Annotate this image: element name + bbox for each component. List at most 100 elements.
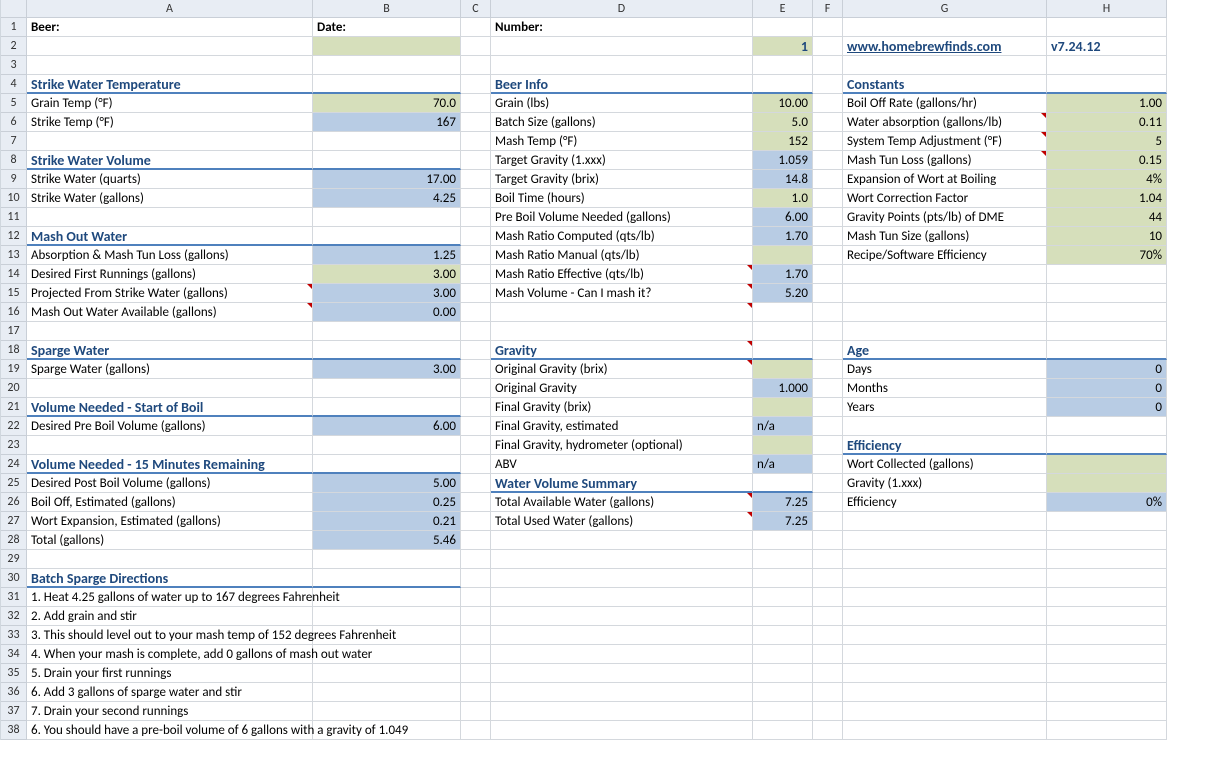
- cell-D26[interactable]: Total Available Water (gallons): [491, 493, 753, 512]
- cell-D27[interactable]: Total Used Water (gallons): [491, 512, 753, 531]
- cell-A37[interactable]: 7. Drain your second runnings: [27, 702, 313, 721]
- cell-D21[interactable]: Final Gravity (brix): [491, 398, 753, 417]
- cell-H1[interactable]: [1047, 18, 1167, 37]
- cell-A24[interactable]: Volume Needed - 15 Minutes Remaining: [27, 455, 313, 474]
- cell-B24[interactable]: [313, 455, 461, 474]
- cell-B3[interactable]: [313, 56, 461, 75]
- cell-D23[interactable]: Final Gravity, hydrometer (optional): [491, 436, 753, 455]
- cell-A16[interactable]: Mash Out Water Available (gallons): [27, 303, 313, 322]
- cell-A20[interactable]: [27, 379, 313, 398]
- cell-C21[interactable]: [461, 398, 491, 417]
- cell-D25[interactable]: Water Volume Summary: [491, 474, 753, 493]
- cell-H28[interactable]: [1047, 531, 1167, 550]
- cell-G37[interactable]: [843, 702, 1047, 721]
- cell-H17[interactable]: [1047, 322, 1167, 341]
- cell-B19[interactable]: 3.00: [313, 360, 461, 379]
- row-header-1[interactable]: 1: [1, 18, 27, 37]
- cell-E11[interactable]: 6.00: [753, 208, 813, 227]
- cell-A17[interactable]: [27, 322, 313, 341]
- cell-G25[interactable]: Gravity (1.xxx): [843, 474, 1047, 493]
- row-header-26[interactable]: 26: [1, 493, 27, 512]
- cell-G17[interactable]: [843, 322, 1047, 341]
- cell-B7[interactable]: [313, 132, 461, 151]
- cell-G34[interactable]: [843, 645, 1047, 664]
- cell-H5[interactable]: 1.00: [1047, 94, 1167, 113]
- cell-G16[interactable]: [843, 303, 1047, 322]
- cell-G22[interactable]: [843, 417, 1047, 436]
- cell-H6[interactable]: 0.11: [1047, 113, 1167, 132]
- row-header-36[interactable]: 36: [1, 683, 27, 702]
- cell-G35[interactable]: [843, 664, 1047, 683]
- cell-C36[interactable]: [461, 683, 491, 702]
- cell-A26[interactable]: Boil Off, Estimated (gallons): [27, 493, 313, 512]
- cell-H26[interactable]: 0%: [1047, 493, 1167, 512]
- cell-A5[interactable]: Grain Temp (°F): [27, 94, 313, 113]
- cell-H35[interactable]: [1047, 664, 1167, 683]
- cell-B38[interactable]: [313, 721, 461, 740]
- cell-F31[interactable]: [813, 588, 843, 607]
- cell-D13[interactable]: Mash Ratio Manual (qts/lb): [491, 246, 753, 265]
- row-header-8[interactable]: 8: [1, 151, 27, 170]
- cell-D8[interactable]: Target Gravity (1.xxx): [491, 151, 753, 170]
- cell-C22[interactable]: [461, 417, 491, 436]
- cell-F8[interactable]: [813, 151, 843, 170]
- cell-B25[interactable]: 5.00: [313, 474, 461, 493]
- cell-C12[interactable]: [461, 227, 491, 246]
- cell-B32[interactable]: [313, 607, 461, 626]
- cell-F36[interactable]: [813, 683, 843, 702]
- cell-B5[interactable]: 70.0: [313, 94, 461, 113]
- cell-F1[interactable]: [813, 18, 843, 37]
- cell-G30[interactable]: [843, 569, 1047, 588]
- cell-C1[interactable]: [461, 18, 491, 37]
- cell-C37[interactable]: [461, 702, 491, 721]
- cell-D20[interactable]: Original Gravity: [491, 379, 753, 398]
- row-header-30[interactable]: 30: [1, 569, 27, 588]
- row-header-10[interactable]: 10: [1, 189, 27, 208]
- row-header-28[interactable]: 28: [1, 531, 27, 550]
- cell-C23[interactable]: [461, 436, 491, 455]
- cell-H14[interactable]: [1047, 265, 1167, 284]
- cell-H21[interactable]: 0: [1047, 398, 1167, 417]
- row-header-29[interactable]: 29: [1, 550, 27, 569]
- row-header-18[interactable]: 18: [1, 341, 27, 360]
- row-header-37[interactable]: 37: [1, 702, 27, 721]
- cell-D35[interactable]: [491, 664, 753, 683]
- cell-E23[interactable]: [753, 436, 813, 455]
- cell-F5[interactable]: [813, 94, 843, 113]
- cell-D16[interactable]: [491, 303, 753, 322]
- col-header-C[interactable]: C: [461, 0, 491, 18]
- cell-F28[interactable]: [813, 531, 843, 550]
- cell-E21[interactable]: [753, 398, 813, 417]
- cell-H10[interactable]: 1.04: [1047, 189, 1167, 208]
- cell-C38[interactable]: [461, 721, 491, 740]
- cell-C16[interactable]: [461, 303, 491, 322]
- cell-B22[interactable]: 6.00: [313, 417, 461, 436]
- row-header-32[interactable]: 32: [1, 607, 27, 626]
- cell-D36[interactable]: [491, 683, 753, 702]
- cell-H27[interactable]: [1047, 512, 1167, 531]
- row-header-3[interactable]: 3: [1, 56, 27, 75]
- cell-B1[interactable]: Date:: [313, 18, 461, 37]
- cell-F21[interactable]: [813, 398, 843, 417]
- cell-E37[interactable]: [753, 702, 813, 721]
- cell-C26[interactable]: [461, 493, 491, 512]
- cell-E4[interactable]: [753, 75, 813, 94]
- cell-E16[interactable]: [753, 303, 813, 322]
- cell-E18[interactable]: [753, 341, 813, 360]
- cell-G38[interactable]: [843, 721, 1047, 740]
- cell-G2[interactable]: www.homebrewfinds.com: [843, 37, 1047, 56]
- cell-C18[interactable]: [461, 341, 491, 360]
- cell-G20[interactable]: Months: [843, 379, 1047, 398]
- cell-B20[interactable]: [313, 379, 461, 398]
- cell-H33[interactable]: [1047, 626, 1167, 645]
- cell-A10[interactable]: Strike Water (gallons): [27, 189, 313, 208]
- cell-F19[interactable]: [813, 360, 843, 379]
- cell-E19[interactable]: [753, 360, 813, 379]
- row-header-11[interactable]: 11: [1, 208, 27, 227]
- cell-E27[interactable]: 7.25: [753, 512, 813, 531]
- row-header-24[interactable]: 24: [1, 455, 27, 474]
- cell-H37[interactable]: [1047, 702, 1167, 721]
- row-header-35[interactable]: 35: [1, 664, 27, 683]
- row-header-34[interactable]: 34: [1, 645, 27, 664]
- cell-G10[interactable]: Wort Correction Factor: [843, 189, 1047, 208]
